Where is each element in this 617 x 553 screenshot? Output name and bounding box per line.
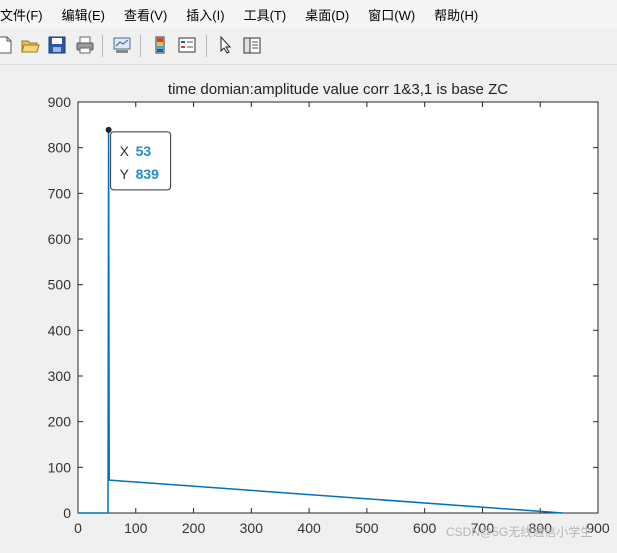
toolbar-separator <box>140 35 141 57</box>
new-file-icon[interactable] <box>0 35 14 55</box>
menu-help[interactable]: 帮助(H) <box>434 5 478 24</box>
toolbar-separator <box>206 35 207 57</box>
y-tick-label: 200 <box>48 414 72 430</box>
chart-title: time domian:amplitude value corr 1&3,1 i… <box>168 81 508 98</box>
menu-file[interactable]: 文件(F) <box>0 5 43 24</box>
x-tick-label: 500 <box>355 520 379 536</box>
toolbar <box>0 28 617 65</box>
x-tick-label: 400 <box>297 520 321 536</box>
menu-desktop[interactable]: 桌面(D) <box>305 5 349 24</box>
y-tick-label: 700 <box>48 185 72 201</box>
legend-icon[interactable] <box>177 35 197 55</box>
menu-insert[interactable]: 插入(I) <box>186 5 224 24</box>
x-tick-label: 300 <box>240 520 264 536</box>
datatip-marker[interactable] <box>105 126 112 133</box>
open-folder-icon[interactable] <box>20 35 40 55</box>
plot-svg[interactable]: 0 100 200 300 400 500 600 700 800 900 0 100 200 300 40… <box>0 65 617 548</box>
datatip-x-label: X <box>120 143 130 159</box>
x-tick-label: 600 <box>413 520 437 536</box>
x-tick-label: 200 <box>182 520 206 536</box>
y-tick-label: 100 <box>48 459 72 475</box>
menu-tools[interactable]: 工具(T) <box>244 5 287 24</box>
save-icon[interactable] <box>47 35 67 55</box>
x-tick-label: 0 <box>74 520 82 536</box>
y-tick-label: 900 <box>48 94 72 110</box>
y-tick-label: 600 <box>48 231 72 247</box>
y-tick-label: 800 <box>48 140 72 156</box>
menu-view[interactable]: 查看(V) <box>124 5 167 24</box>
datatip-y-value: 839 <box>136 166 160 182</box>
datatip-y-label: Y <box>120 166 130 182</box>
colorbar-icon[interactable] <box>150 35 170 55</box>
property-editor-icon[interactable] <box>242 35 262 55</box>
y-tick-label: 300 <box>48 368 72 384</box>
datatip[interactable]: X 53 Y 839 <box>105 126 172 191</box>
print-icon[interactable] <box>75 35 95 55</box>
figure-canvas: 0 100 200 300 400 500 600 700 800 900 0 100 200 300 40… <box>0 65 617 548</box>
y-tick-label: 500 <box>48 277 72 293</box>
menu-edit[interactable]: 编辑(E) <box>62 5 105 24</box>
toolbar-separator <box>102 35 103 57</box>
x-tick-label: 100 <box>124 520 148 536</box>
menu-bar: 文件(F) 编辑(E) 查看(V) 插入(I) 工具(T) 桌面(D) 窗口(W) 帮助(H) <box>0 0 617 28</box>
menu-window[interactable]: 窗口(W) <box>368 5 415 24</box>
datatip-x-value: 53 <box>136 143 152 159</box>
y-tick-label: 400 <box>48 322 72 338</box>
link-plot-icon[interactable] <box>112 35 132 55</box>
y-tick-label: 0 <box>63 505 71 521</box>
pointer-icon[interactable] <box>216 35 236 55</box>
watermark: CSDN@5G无线通信小学生 <box>446 525 593 539</box>
